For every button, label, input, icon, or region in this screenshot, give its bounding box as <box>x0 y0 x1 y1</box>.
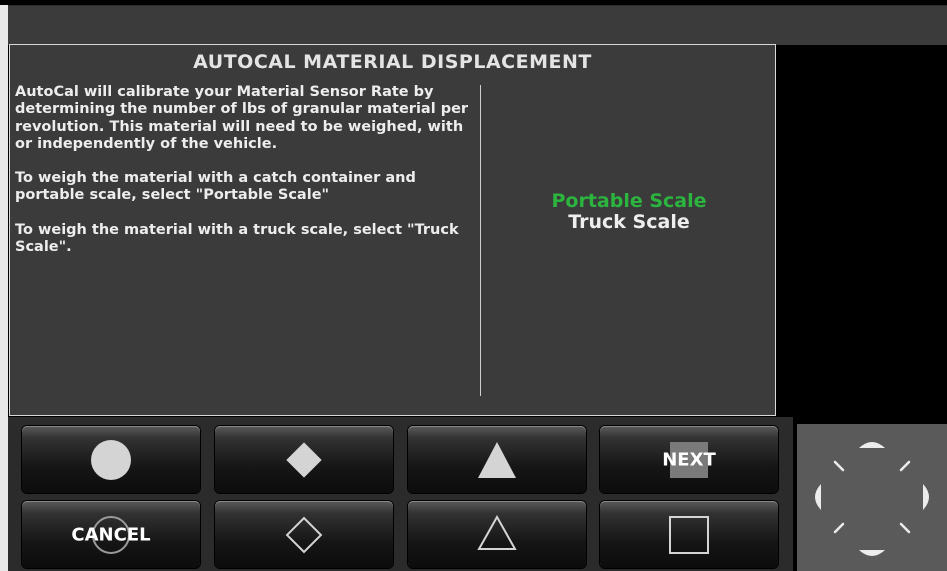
diamond-outline-icon <box>285 516 323 553</box>
softkey-diamond-outline[interactable] <box>215 501 393 568</box>
softkey-triangle[interactable] <box>408 426 586 493</box>
dpad-diagonal-marks <box>833 460 911 534</box>
autocal-dialog: AUTOCAL MATERIAL DISPLACEMENT AutoCal wi… <box>9 44 776 416</box>
cancel-button[interactable]: CANCEL <box>22 501 200 568</box>
triangle-icon <box>478 441 516 478</box>
square-outline-icon <box>669 515 709 554</box>
softkey-panel: NEXT CANCEL <box>8 417 793 571</box>
screen-bezel-edge <box>0 5 8 571</box>
dpad-right-icon[interactable] <box>923 484 929 510</box>
dpad-left-icon[interactable] <box>815 484 821 510</box>
softkey-diamond[interactable] <box>215 426 393 493</box>
vertical-divider <box>480 85 481 396</box>
dpad-up-icon[interactable] <box>859 442 885 448</box>
option-truck-scale[interactable]: Truck Scale <box>481 212 777 233</box>
diamond-icon <box>286 441 322 478</box>
softkey-circle[interactable] <box>22 426 200 493</box>
instruction-paragraph: AutoCal will calibrate your Material Sen… <box>15 84 469 152</box>
instruction-paragraph: To weigh the material with a truck scale… <box>15 221 459 256</box>
instruction-paragraph: To weigh the material with a catch conta… <box>15 170 416 204</box>
scale-options-list: Portable Scale Truck Scale <box>481 191 777 233</box>
directional-pad <box>797 424 947 571</box>
dpad-down-icon[interactable] <box>859 550 885 556</box>
instructions-text: AutoCal will calibrate your Material Sen… <box>15 84 477 273</box>
next-button[interactable]: NEXT <box>600 426 778 493</box>
option-portable-scale[interactable]: Portable Scale <box>481 191 777 212</box>
cancel-label: CANCEL <box>71 524 151 545</box>
next-label: NEXT <box>662 449 716 470</box>
dialog-title: AUTOCAL MATERIAL DISPLACEMENT <box>193 51 592 73</box>
triangle-outline-icon <box>477 514 517 555</box>
top-status-bar <box>8 5 947 45</box>
circle-icon <box>91 439 131 480</box>
screen: AUTOCAL MATERIAL DISPLACEMENT AutoCal wi… <box>0 0 947 571</box>
softkey-triangle-outline[interactable] <box>408 501 586 568</box>
softkey-square-outline[interactable] <box>600 501 778 568</box>
